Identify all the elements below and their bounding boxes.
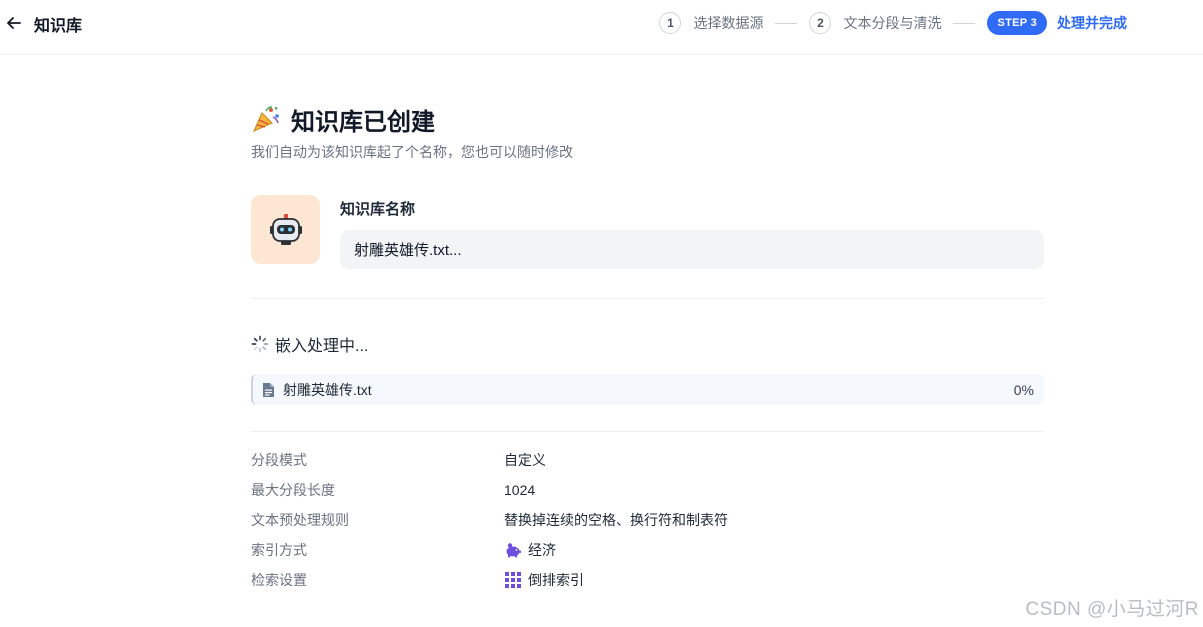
loading-spinner-icon [251,335,269,353]
step-3-badge: STEP 3 [987,11,1047,35]
name-label: 知识库名称 [340,201,416,218]
processing-status: 嵌入处理中... [251,332,1044,356]
setting-row-index-mode: 索引方式 经济 [251,539,1044,560]
step-1-label: 选择数据源 [693,15,764,31]
back-arrow-icon[interactable] [4,13,24,33]
setting-row-preprocess-rules: 文本预处理规则 替换掉连续的空格、换行符和制表符 [251,509,1044,530]
divider [251,298,1044,299]
grid-icon [505,571,521,588]
setting-label: 检索设置 [251,571,307,588]
robot-icon [269,213,302,245]
setting-label: 最大分段长度 [251,481,335,498]
step-2: 2 文本分段与清洗 [809,12,941,34]
knowledge-avatar[interactable] [251,195,320,264]
party-popper-icon [253,106,279,132]
step-1-number: 1 [659,12,682,34]
processing-text: 嵌入处理中... [275,338,369,355]
step-1: 1 选择数据源 [659,12,763,34]
setting-row-max-length: 最大分段长度 1024 [251,479,1044,500]
piggy-bank-icon [506,542,521,557]
document-icon [263,382,274,397]
step-2-label: 文本分段与清洗 [843,15,942,31]
settings-summary: 分段模式 自定义 最大分段长度 1024 文本预处理规则 替换掉连续的空格、换行… [251,449,1044,590]
stepper: 1 选择数据源 2 文本分段与清洗 STEP 3 处理并完成 [659,0,1203,46]
setting-label: 分段模式 [251,451,307,468]
step-connector [953,22,976,24]
name-section: 知识库名称 [251,195,1044,269]
setting-label: 文本预处理规则 [251,511,349,528]
step-3-label: 处理并完成 [1057,15,1127,31]
file-progress-percent: 0% [1013,381,1034,398]
setting-value: 自定义 [504,451,546,468]
step-3: STEP 3 处理并完成 [987,11,1203,35]
setting-label: 索引方式 [251,541,307,558]
setting-value-wrap: 经济 [504,540,556,560]
setting-value: 替换掉连续的空格、换行符和制表符 [504,511,728,528]
setting-value: 倒排索引 [528,571,584,588]
name-column: 知识库名称 [340,195,1044,269]
file-progress-row: 射雕英雄传.txt 0% [251,374,1044,405]
step-2-number: 2 [809,12,832,34]
file-name: 射雕英雄传.txt [283,381,372,398]
setting-row-segment-mode: 分段模式 自定义 [251,449,1044,470]
title-row: 知识库已创建 [251,100,1044,138]
created-title: 知识库已创建 [291,108,435,136]
knowledge-name-input[interactable] [340,230,1044,269]
setting-value-wrap: 倒排索引 [504,570,584,590]
top-bar: 知识库 1 选择数据源 2 文本分段与清洗 STEP 3 处理并完成 [0,0,1203,55]
page-title: 知识库 [34,18,83,35]
created-subtitle: 我们自动为该知识库起了个名称，您也可以随时修改 [251,144,573,160]
setting-value: 1024 [504,481,536,498]
watermark: CSDN @小马过河R [1025,599,1199,620]
step-connector [775,22,798,24]
setting-row-retrieval: 检索设置 倒排索引 [251,569,1044,590]
setting-value: 经济 [528,541,556,558]
divider [251,431,1044,432]
main-content: 知识库已创建 我们自动为该知识库起了个名称，您也可以随时修改 知识库名称 射雕英… [251,100,1044,599]
